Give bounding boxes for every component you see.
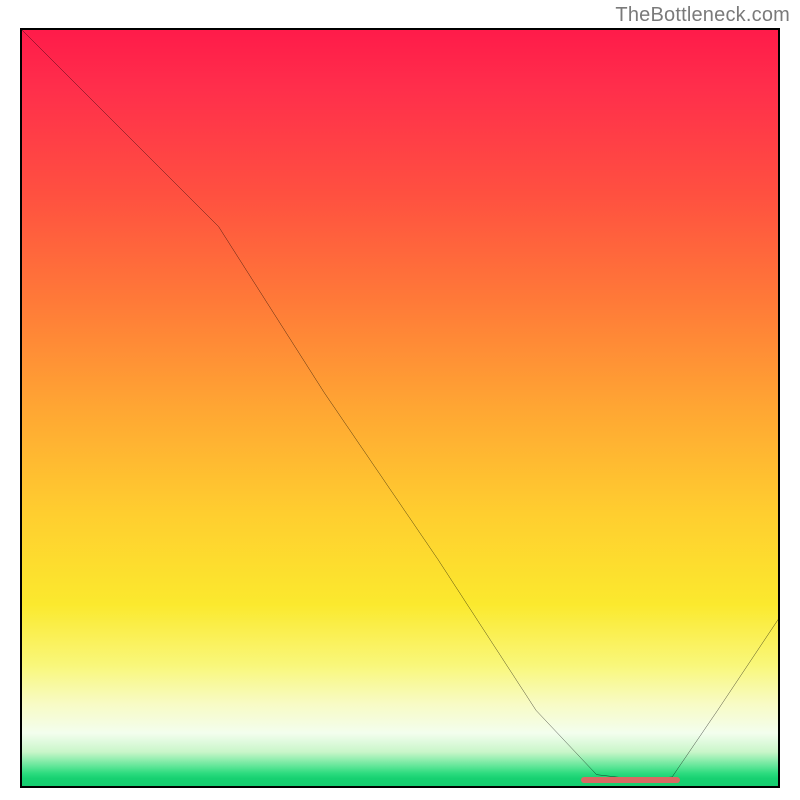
optimal-zone-marker	[581, 777, 679, 783]
chart-container: TheBottleneck.com	[0, 0, 800, 800]
attribution-text: TheBottleneck.com	[615, 4, 790, 27]
bottleneck-curve	[22, 30, 778, 786]
plot-area	[20, 28, 780, 788]
